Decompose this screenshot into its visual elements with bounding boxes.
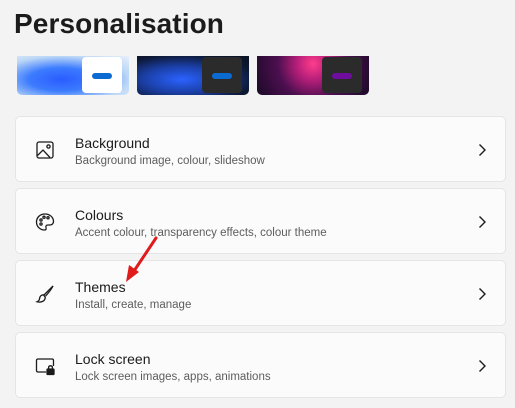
theme-accent-swatch [212,73,232,79]
image-icon [34,139,56,161]
theme-accent-swatch [332,73,352,79]
settings-item-lock-screen[interactable]: Lock screen Lock screen images, apps, an… [15,332,506,398]
theme-preview-window [82,57,122,93]
settings-item-colours[interactable]: Colours Accent colour, transparency effe… [15,188,506,254]
chevron-right-icon [477,215,487,229]
lock-screen-icon [34,355,56,377]
palette-icon [34,211,56,233]
annotation-arrow-icon [118,234,162,286]
theme-thumbnail-glow[interactable] [257,56,369,95]
theme-thumbnail-dark-bloom[interactable] [137,56,249,95]
settings-item-title: Colours [75,207,124,223]
theme-accent-swatch [92,73,112,79]
settings-item-subtitle: Background image, colour, slideshow [75,155,265,167]
brush-icon [34,283,56,305]
settings-item-subtitle: Lock screen images, apps, animations [75,371,271,383]
theme-preview-window [202,57,242,93]
chevron-right-icon [477,359,487,373]
chevron-right-icon [477,143,487,157]
chevron-right-icon [477,287,487,301]
settings-item-subtitle: Accent colour, transparency effects, col… [75,227,327,239]
page-title: Personalisation [14,8,225,39]
settings-item-background[interactable]: Background Background image, colour, sli… [15,116,506,182]
theme-preview-window [322,57,362,93]
theme-thumbnail-light[interactable] [17,56,129,95]
settings-item-themes[interactable]: Themes Install, create, manage [15,260,506,326]
settings-item-title: Lock screen [75,351,151,367]
settings-item-subtitle: Install, create, manage [75,299,192,311]
settings-item-title: Background [75,135,150,151]
theme-thumbnails [17,56,377,95]
